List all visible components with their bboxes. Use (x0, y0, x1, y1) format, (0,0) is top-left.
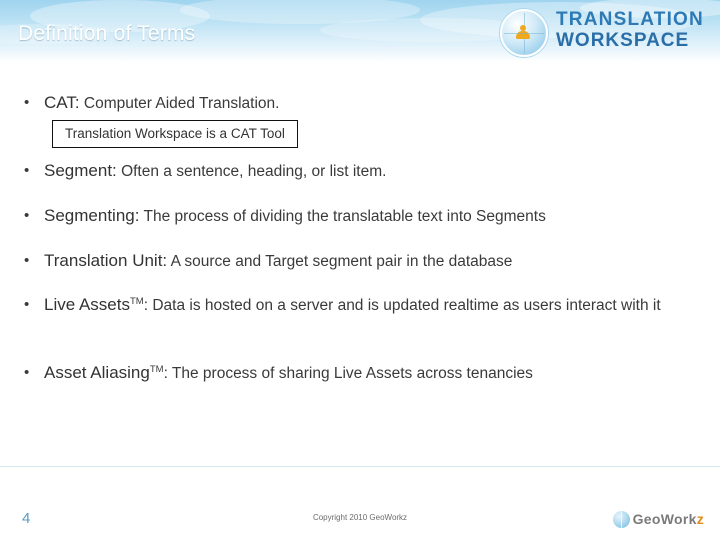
bullet-definition: A source and Target segment pair in the … (167, 253, 513, 270)
slide-header: Definition of Terms TRANSLATION WORKSPAC… (0, 0, 720, 62)
slide: Definition of Terms TRANSLATION WORKSPAC… (0, 0, 720, 540)
bullet-marker: • (24, 363, 30, 381)
geoworkz-wordmark: GeoWorkz (633, 511, 704, 527)
person-icon (516, 25, 530, 39)
bullet-definition: Often a sentence, heading, or list item. (116, 163, 387, 180)
trademark-mark: TM (149, 363, 164, 375)
bullet-marker: • (24, 93, 30, 111)
callout-text: Translation Workspace is a CAT Tool (65, 126, 285, 141)
list-item: • Live AssetsTM: Data is hosted on a ser… (0, 294, 720, 317)
globe-person-icon (500, 9, 548, 57)
logo-text: TRANSLATION WORKSPACE (556, 10, 704, 50)
bullet-term: Segment: (44, 161, 117, 180)
header-divider (0, 62, 720, 63)
footer-divider (0, 466, 720, 467)
geoworkz-logo: GeoWorkz (612, 508, 704, 530)
logo-line-1: TRANSLATION (556, 9, 704, 30)
bullet-term: Live Assets (44, 295, 130, 314)
brand-part-2: Work (660, 511, 697, 527)
translation-workspace-logo: TRANSLATION WORKSPACE (492, 4, 712, 57)
bullet-definition: : Data is hosted on a server and is upda… (143, 297, 661, 314)
callout-box: Translation Workspace is a CAT Tool (52, 120, 298, 148)
bullet-marker: • (24, 206, 30, 224)
bullet-marker: • (24, 161, 30, 179)
bullet-term: CAT: (44, 93, 80, 112)
page-title: Definition of Terms (18, 22, 196, 45)
list-item: • Segment: Often a sentence, heading, or… (0, 160, 720, 183)
trademark-mark: TM (130, 295, 144, 307)
bullet-term: Segmenting: (44, 206, 140, 225)
list-item: • Asset AliasingTM: The process of shari… (0, 362, 720, 385)
logo-line-2: WORKSPACE (556, 30, 690, 51)
bullet-definition: The process of dividing the translatable… (139, 208, 546, 225)
list-item: • CAT: Computer Aided Translation. (0, 92, 720, 115)
slide-number: 4 (22, 510, 31, 527)
brand-part-3: z (696, 511, 704, 527)
brand-part-1: Geo (632, 511, 661, 527)
copyright-text: Copyright 2010 GeoWorkz (312, 513, 408, 522)
bullet-marker: • (24, 251, 30, 269)
list-item: • Translation Unit: A source and Target … (0, 250, 720, 273)
bullet-term: Translation Unit: (44, 251, 168, 270)
bullet-definition: : The process of sharing Live Assets acr… (163, 365, 533, 382)
bullet-marker: • (24, 295, 30, 313)
bullet-term: Asset Aliasing (44, 363, 150, 382)
bullet-definition: Computer Aided Translation. (79, 95, 280, 112)
list-item: • Segmenting: The process of dividing th… (0, 205, 720, 228)
globe-icon (612, 510, 630, 528)
